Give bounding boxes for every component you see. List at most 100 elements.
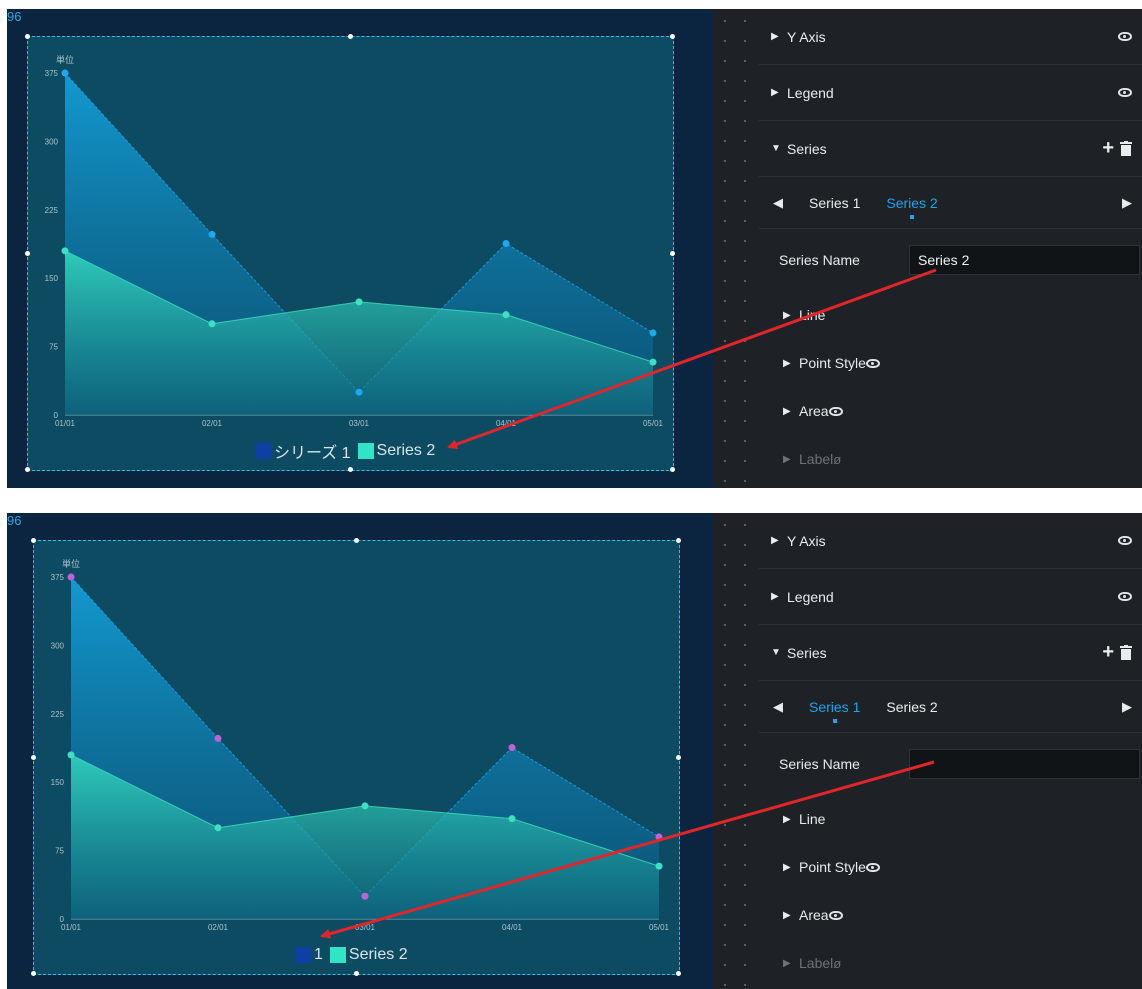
y-tick-label: 225 bbox=[51, 710, 65, 719]
y-tick-label: 375 bbox=[45, 69, 59, 78]
eye-icon[interactable] bbox=[865, 358, 880, 368]
caret-down-icon: ▼ bbox=[771, 647, 781, 658]
resize-handle[interactable] bbox=[676, 538, 681, 543]
resize-handle[interactable] bbox=[25, 250, 30, 256]
x-tick-label: 03/01 bbox=[355, 923, 376, 932]
series-1-point bbox=[361, 892, 369, 900]
section-series[interactable]: ▼ Series + bbox=[759, 121, 1142, 177]
chart-widget[interactable]: 0 75 150 225 300 375 01/01 02/01 03/01 04/01 05/01… bbox=[25, 34, 675, 472]
chevron-right-icon[interactable]: ▶ bbox=[1122, 195, 1132, 211]
resize-handle[interactable] bbox=[676, 971, 681, 976]
resize-handle[interactable] bbox=[670, 250, 675, 256]
section-line[interactable]: ▶ Line bbox=[759, 795, 1142, 843]
series-tabs: ◀ Series 1 Series 2 ▶ bbox=[759, 177, 1142, 229]
series-tabs: ◀ Series 1 Series 2 ▶ bbox=[759, 681, 1142, 733]
section-title: Label bbox=[799, 955, 834, 971]
add-icon[interactable]: + bbox=[1102, 137, 1114, 160]
resize-handle[interactable] bbox=[670, 34, 675, 39]
eye-icon[interactable] bbox=[1118, 88, 1132, 97]
resize-handle[interactable] bbox=[31, 754, 36, 760]
section-point-style[interactable]: ▶ Point Style bbox=[759, 339, 1142, 387]
y-tick-label: 300 bbox=[45, 137, 59, 146]
tab-series-1[interactable]: Series 1 bbox=[809, 195, 860, 211]
eye-icon[interactable] bbox=[1118, 592, 1132, 601]
resize-handle[interactable] bbox=[353, 971, 359, 976]
resize-handle[interactable] bbox=[347, 34, 353, 39]
legend-label-series-1: シリーズ 1 bbox=[274, 445, 351, 462]
screenshot-top: 96 0 75 150 225 300 375 01/01 02/01 03/01 04/01 05… bbox=[7, 9, 1142, 488]
eye-off-icon[interactable]: ø bbox=[833, 452, 841, 467]
chevron-left-icon[interactable]: ◀ bbox=[773, 699, 783, 715]
eye-icon[interactable] bbox=[1118, 536, 1132, 545]
legend-label-series-1: 1 bbox=[314, 946, 323, 963]
y-tick-label: 225 bbox=[45, 206, 59, 215]
add-icon[interactable]: + bbox=[1102, 641, 1114, 664]
chart-widget[interactable]: 0 75 150 225 300 375 01/01 02/01 03/01 04/01 05/01… bbox=[31, 538, 681, 976]
caret-right-icon: ▶ bbox=[783, 453, 791, 465]
section-area[interactable]: ▶ Area bbox=[759, 387, 1142, 435]
legend-swatch-series-2 bbox=[329, 947, 346, 963]
series-1-point bbox=[67, 573, 75, 581]
section-label[interactable]: ▶ Label ø bbox=[759, 435, 1142, 483]
resize-handle[interactable] bbox=[31, 971, 36, 976]
eye-icon[interactable] bbox=[1118, 32, 1132, 41]
resize-handle[interactable] bbox=[25, 34, 30, 39]
trash-icon[interactable] bbox=[1120, 645, 1132, 660]
legend-swatch-series-1 bbox=[255, 443, 271, 459]
section-title: Y Axis bbox=[787, 532, 826, 549]
resize-handle[interactable] bbox=[25, 467, 30, 472]
section-y-axis[interactable]: ▶ Y Axis bbox=[759, 9, 1142, 65]
y-tick-label: 75 bbox=[49, 343, 58, 352]
chevron-right-icon[interactable]: ▶ bbox=[1122, 699, 1132, 715]
series-1-point bbox=[502, 240, 510, 248]
screenshot-bottom: 96 0 75 150 225 300 375 01/01 02/01 03/01 04/01 05… bbox=[7, 513, 1142, 989]
eye-off-icon[interactable]: ø bbox=[833, 956, 841, 971]
section-point-style[interactable]: ▶ Point Style bbox=[759, 843, 1142, 891]
x-tick-label: 04/01 bbox=[496, 419, 517, 428]
series-1-point bbox=[655, 833, 663, 841]
legend-label-series-2: Series 2 bbox=[348, 946, 408, 963]
section-y-axis[interactable]: ▶ Y Axis bbox=[759, 513, 1142, 569]
section-legend[interactable]: ▶ Legend bbox=[759, 65, 1142, 121]
tab-series-2[interactable]: Series 2 bbox=[886, 195, 938, 219]
x-tick-label: 01/01 bbox=[55, 419, 76, 428]
eye-icon[interactable] bbox=[828, 406, 843, 416]
section-label[interactable]: ▶ Label ø bbox=[759, 939, 1142, 987]
series-name-label: Series Name bbox=[779, 252, 860, 268]
resize-handle[interactable] bbox=[676, 754, 681, 760]
section-title: Label bbox=[799, 451, 834, 467]
section-area[interactable]: ▶ Area bbox=[759, 891, 1142, 939]
caret-right-icon: ▶ bbox=[783, 909, 791, 921]
x-tick-label: 05/01 bbox=[643, 419, 664, 428]
section-series[interactable]: ▼ Series + bbox=[759, 625, 1142, 681]
y-tick-label: 75 bbox=[55, 847, 64, 856]
x-tick-label: 05/01 bbox=[649, 923, 670, 932]
resize-handle[interactable] bbox=[347, 467, 353, 472]
area-chart: 07515022530037501/01 02/01 03/01 04/01 05/01 bbox=[45, 69, 664, 428]
series-1-point bbox=[355, 388, 363, 396]
section-legend[interactable]: ▶ Legend bbox=[759, 569, 1142, 625]
x-tick-label: 01/01 bbox=[61, 923, 82, 932]
canvas-edge-grid bbox=[713, 513, 759, 989]
caret-right-icon: ▶ bbox=[783, 957, 791, 969]
section-line[interactable]: ▶ Line bbox=[759, 291, 1142, 339]
series-1-point bbox=[508, 744, 516, 752]
trash-icon[interactable] bbox=[1120, 141, 1132, 156]
tab-series-1[interactable]: Series 1 bbox=[809, 699, 860, 723]
caret-right-icon: ▶ bbox=[783, 813, 791, 825]
y-tick-label: 150 bbox=[51, 778, 65, 787]
eye-icon[interactable] bbox=[828, 910, 843, 920]
section-title: Legend bbox=[787, 588, 834, 605]
legend-swatch-series-1 bbox=[295, 947, 311, 963]
resize-handle[interactable] bbox=[31, 538, 36, 543]
resize-handle[interactable] bbox=[353, 538, 359, 543]
tab-series-2[interactable]: Series 2 bbox=[886, 699, 937, 715]
series-name-input[interactable] bbox=[909, 245, 1140, 275]
chevron-left-icon[interactable]: ◀ bbox=[773, 195, 783, 211]
x-tick-label: 03/01 bbox=[349, 419, 370, 428]
x-tick-label: 04/01 bbox=[502, 923, 523, 932]
resize-handle[interactable] bbox=[670, 467, 675, 472]
series-name-input[interactable] bbox=[909, 749, 1140, 779]
eye-icon[interactable] bbox=[865, 862, 880, 872]
section-title: Series bbox=[787, 140, 827, 157]
